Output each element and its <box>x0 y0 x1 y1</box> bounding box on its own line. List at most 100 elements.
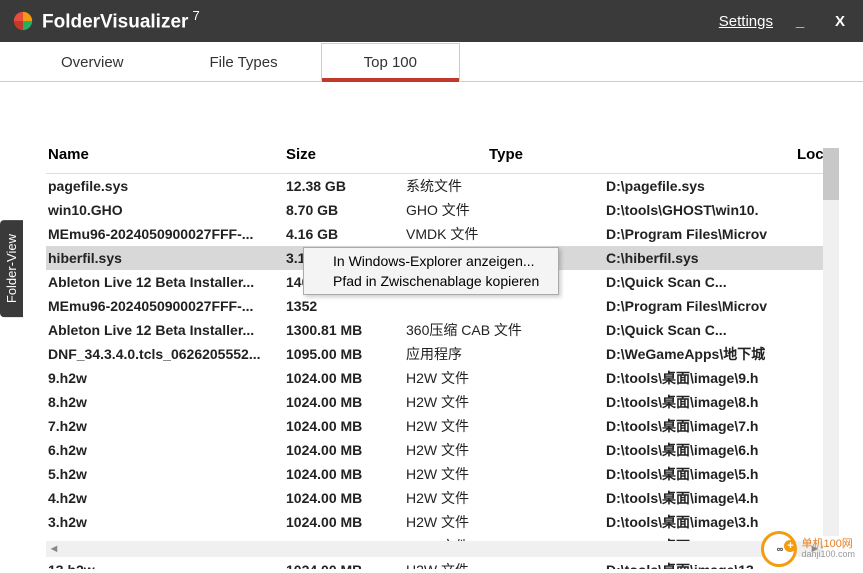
cell-location: C:\hiberfil.sys <box>606 248 839 268</box>
cell-name: Ableton Live 12 Beta Installer... <box>46 272 286 292</box>
cell-type: GHO 文件 <box>406 200 606 220</box>
context-show-in-explorer[interactable]: In Windows-Explorer anzeigen... <box>307 251 555 271</box>
watermark-text: 单机100网 danji100.com <box>801 538 855 560</box>
cell-type <box>406 296 606 316</box>
table-row[interactable]: 8.h2w1024.00 MBH2W 文件D:\tools\桌面\image\8… <box>46 390 839 414</box>
table-header: Name Size Type Locat <box>46 140 839 174</box>
content-area: Name Size Type Locat pagefile.sys12.38 G… <box>0 82 863 569</box>
cell-size: 1024.00 MB <box>286 464 406 484</box>
cell-location: D:\tools\桌面\image\6.h <box>606 440 839 460</box>
titlebar: FolderVisualizer7 Settings _ X <box>0 0 863 42</box>
col-header-name[interactable]: Name <box>46 146 286 163</box>
cell-size: 8.70 GB <box>286 200 406 220</box>
app-version: 7 <box>192 8 199 23</box>
minimize-button[interactable]: _ <box>787 9 813 33</box>
cell-size: 1024.00 MB <box>286 440 406 460</box>
cell-name: 3.h2w <box>46 512 286 532</box>
cell-name: 4.h2w <box>46 488 286 508</box>
cell-name: 7.h2w <box>46 416 286 436</box>
cell-size: 12.38 GB <box>286 176 406 196</box>
close-button[interactable]: X <box>827 9 853 33</box>
cell-location: D:\tools\桌面\image\5.h <box>606 464 839 484</box>
col-header-type[interactable]: Type <box>406 146 606 163</box>
cell-name: MEmu96-2024050900027FFF-... <box>46 296 286 316</box>
table-row[interactable]: 3.h2w1024.00 MBH2W 文件D:\tools\桌面\image\3… <box>46 510 839 534</box>
cell-type: VMDK 文件 <box>406 224 606 244</box>
cell-type: H2W 文件 <box>406 464 606 484</box>
table-row[interactable]: MEmu96-2024050900027FFF-...1352 D:\Progra… <box>46 294 839 318</box>
cell-location: D:\Quick Scan C... <box>606 320 839 340</box>
cell-type: H2W 文件 <box>406 488 606 508</box>
cell-name: 6.h2w <box>46 440 286 460</box>
table-row[interactable]: Ableton Live 12 Beta Installer...1300.81… <box>46 318 839 342</box>
cell-type: H2W 文件 <box>406 368 606 388</box>
app-title: FolderVisualizer7 <box>42 8 200 33</box>
cell-type: 360压缩 CAB 文件 <box>406 320 606 340</box>
context-menu: In Windows-Explorer anzeigen... Pfad in … <box>303 247 559 295</box>
cell-location: D:\Program Files\Microv <box>606 224 839 244</box>
table-row[interactable]: 6.h2w1024.00 MBH2W 文件D:\tools\桌面\image\6… <box>46 438 839 462</box>
table-row[interactable]: win10.GHO8.70 GBGHO 文件D:\tools\GHOST\win… <box>46 198 839 222</box>
col-header-size[interactable]: Size <box>286 146 406 163</box>
cell-name: MEmu96-2024050900027FFF-... <box>46 224 286 244</box>
cell-location: D:\tools\桌面\image\3.h <box>606 512 839 532</box>
cell-size: 1024.00 MB <box>286 488 406 508</box>
tab-overview[interactable]: Overview <box>18 43 167 82</box>
cell-type: H2W 文件 <box>406 560 606 569</box>
cell-location: D:\tools\桌面\image\8.h <box>606 392 839 412</box>
cell-location: D:\WeGameApps\地下城 <box>606 344 839 364</box>
cell-type: 应用程序 <box>406 344 606 364</box>
file-table: Name Size Type Locat pagefile.sys12.38 G… <box>46 140 839 569</box>
table-row[interactable]: 5.h2w1024.00 MBH2W 文件D:\tools\桌面\image\5… <box>46 462 839 486</box>
cell-type: H2W 文件 <box>406 416 606 436</box>
cell-size: 1095.00 MB <box>286 344 406 364</box>
tab-file-types[interactable]: File Types <box>167 43 321 82</box>
cell-name: Ableton Live 12 Beta Installer... <box>46 320 286 340</box>
settings-link[interactable]: Settings <box>719 13 773 30</box>
cell-location: D:\tools\桌面\image\7.h <box>606 416 839 436</box>
cell-size: 1352 <box>286 296 406 316</box>
cell-type: H2W 文件 <box>406 512 606 532</box>
vertical-scrollbar[interactable] <box>823 148 839 536</box>
cell-name: DNF_34.3.4.0.tcls_0626205552... <box>46 344 286 364</box>
tab-bar: Overview File Types Top 100 <box>0 42 863 82</box>
watermark: ∞ 单机100网 danji100.com <box>761 531 855 567</box>
cell-location: D:\tools\GHOST\win10. <box>606 200 839 220</box>
cell-size: 1024.00 MB <box>286 392 406 412</box>
table-row[interactable]: MEmu96-2024050900027FFF-...4.16 GBVMDK 文… <box>46 222 839 246</box>
col-header-location[interactable]: Locat <box>606 146 839 163</box>
cell-name: 13.h2w <box>46 560 286 569</box>
cell-name: 5.h2w <box>46 464 286 484</box>
app-logo-icon <box>12 10 34 32</box>
cell-size: 1024.00 MB <box>286 512 406 532</box>
cell-size: 1300.81 MB <box>286 320 406 340</box>
table-row[interactable]: 13.h2w1024.00 MBH2W 文件D:\tools\桌面\image\… <box>46 558 839 569</box>
watermark-icon: ∞ <box>761 531 797 567</box>
cell-size: 1024.00 MB <box>286 560 406 569</box>
vertical-scrollbar-thumb[interactable] <box>823 148 839 200</box>
scroll-left-icon[interactable]: ◄ <box>48 543 60 555</box>
cell-location: D:\pagefile.sys <box>606 176 839 196</box>
horizontal-scrollbar[interactable]: ◄ ► <box>46 541 823 557</box>
cell-size: 1024.00 MB <box>286 368 406 388</box>
cell-type: H2W 文件 <box>406 392 606 412</box>
table-body: pagefile.sys12.38 GB系统文件D:\pagefile.sysw… <box>46 174 839 569</box>
table-row[interactable]: DNF_34.3.4.0.tcls_0626205552...1095.00 M… <box>46 342 839 366</box>
cell-name: hiberfil.sys <box>46 248 286 268</box>
cell-location: D:\tools\桌面\image\4.h <box>606 488 839 508</box>
cell-location: D:\Program Files\Microv <box>606 296 839 316</box>
table-row[interactable]: 7.h2w1024.00 MBH2W 文件D:\tools\桌面\image\7… <box>46 414 839 438</box>
cell-location: D:\tools\桌面\image\9.h <box>606 368 839 388</box>
table-row[interactable]: pagefile.sys12.38 GB系统文件D:\pagefile.sys <box>46 174 839 198</box>
tab-top-100[interactable]: Top 100 <box>321 43 460 82</box>
cell-location: D:\Quick Scan C... <box>606 272 839 292</box>
context-copy-path[interactable]: Pfad in Zwischenablage kopieren <box>307 271 555 291</box>
cell-name: pagefile.sys <box>46 176 286 196</box>
table-row[interactable]: 9.h2w1024.00 MBH2W 文件D:\tools\桌面\image\9… <box>46 366 839 390</box>
cell-type: H2W 文件 <box>406 440 606 460</box>
cell-name: 9.h2w <box>46 368 286 388</box>
cell-name: 8.h2w <box>46 392 286 412</box>
table-row[interactable]: 4.h2w1024.00 MBH2W 文件D:\tools\桌面\image\4… <box>46 486 839 510</box>
cell-size: 1024.00 MB <box>286 416 406 436</box>
cell-name: win10.GHO <box>46 200 286 220</box>
